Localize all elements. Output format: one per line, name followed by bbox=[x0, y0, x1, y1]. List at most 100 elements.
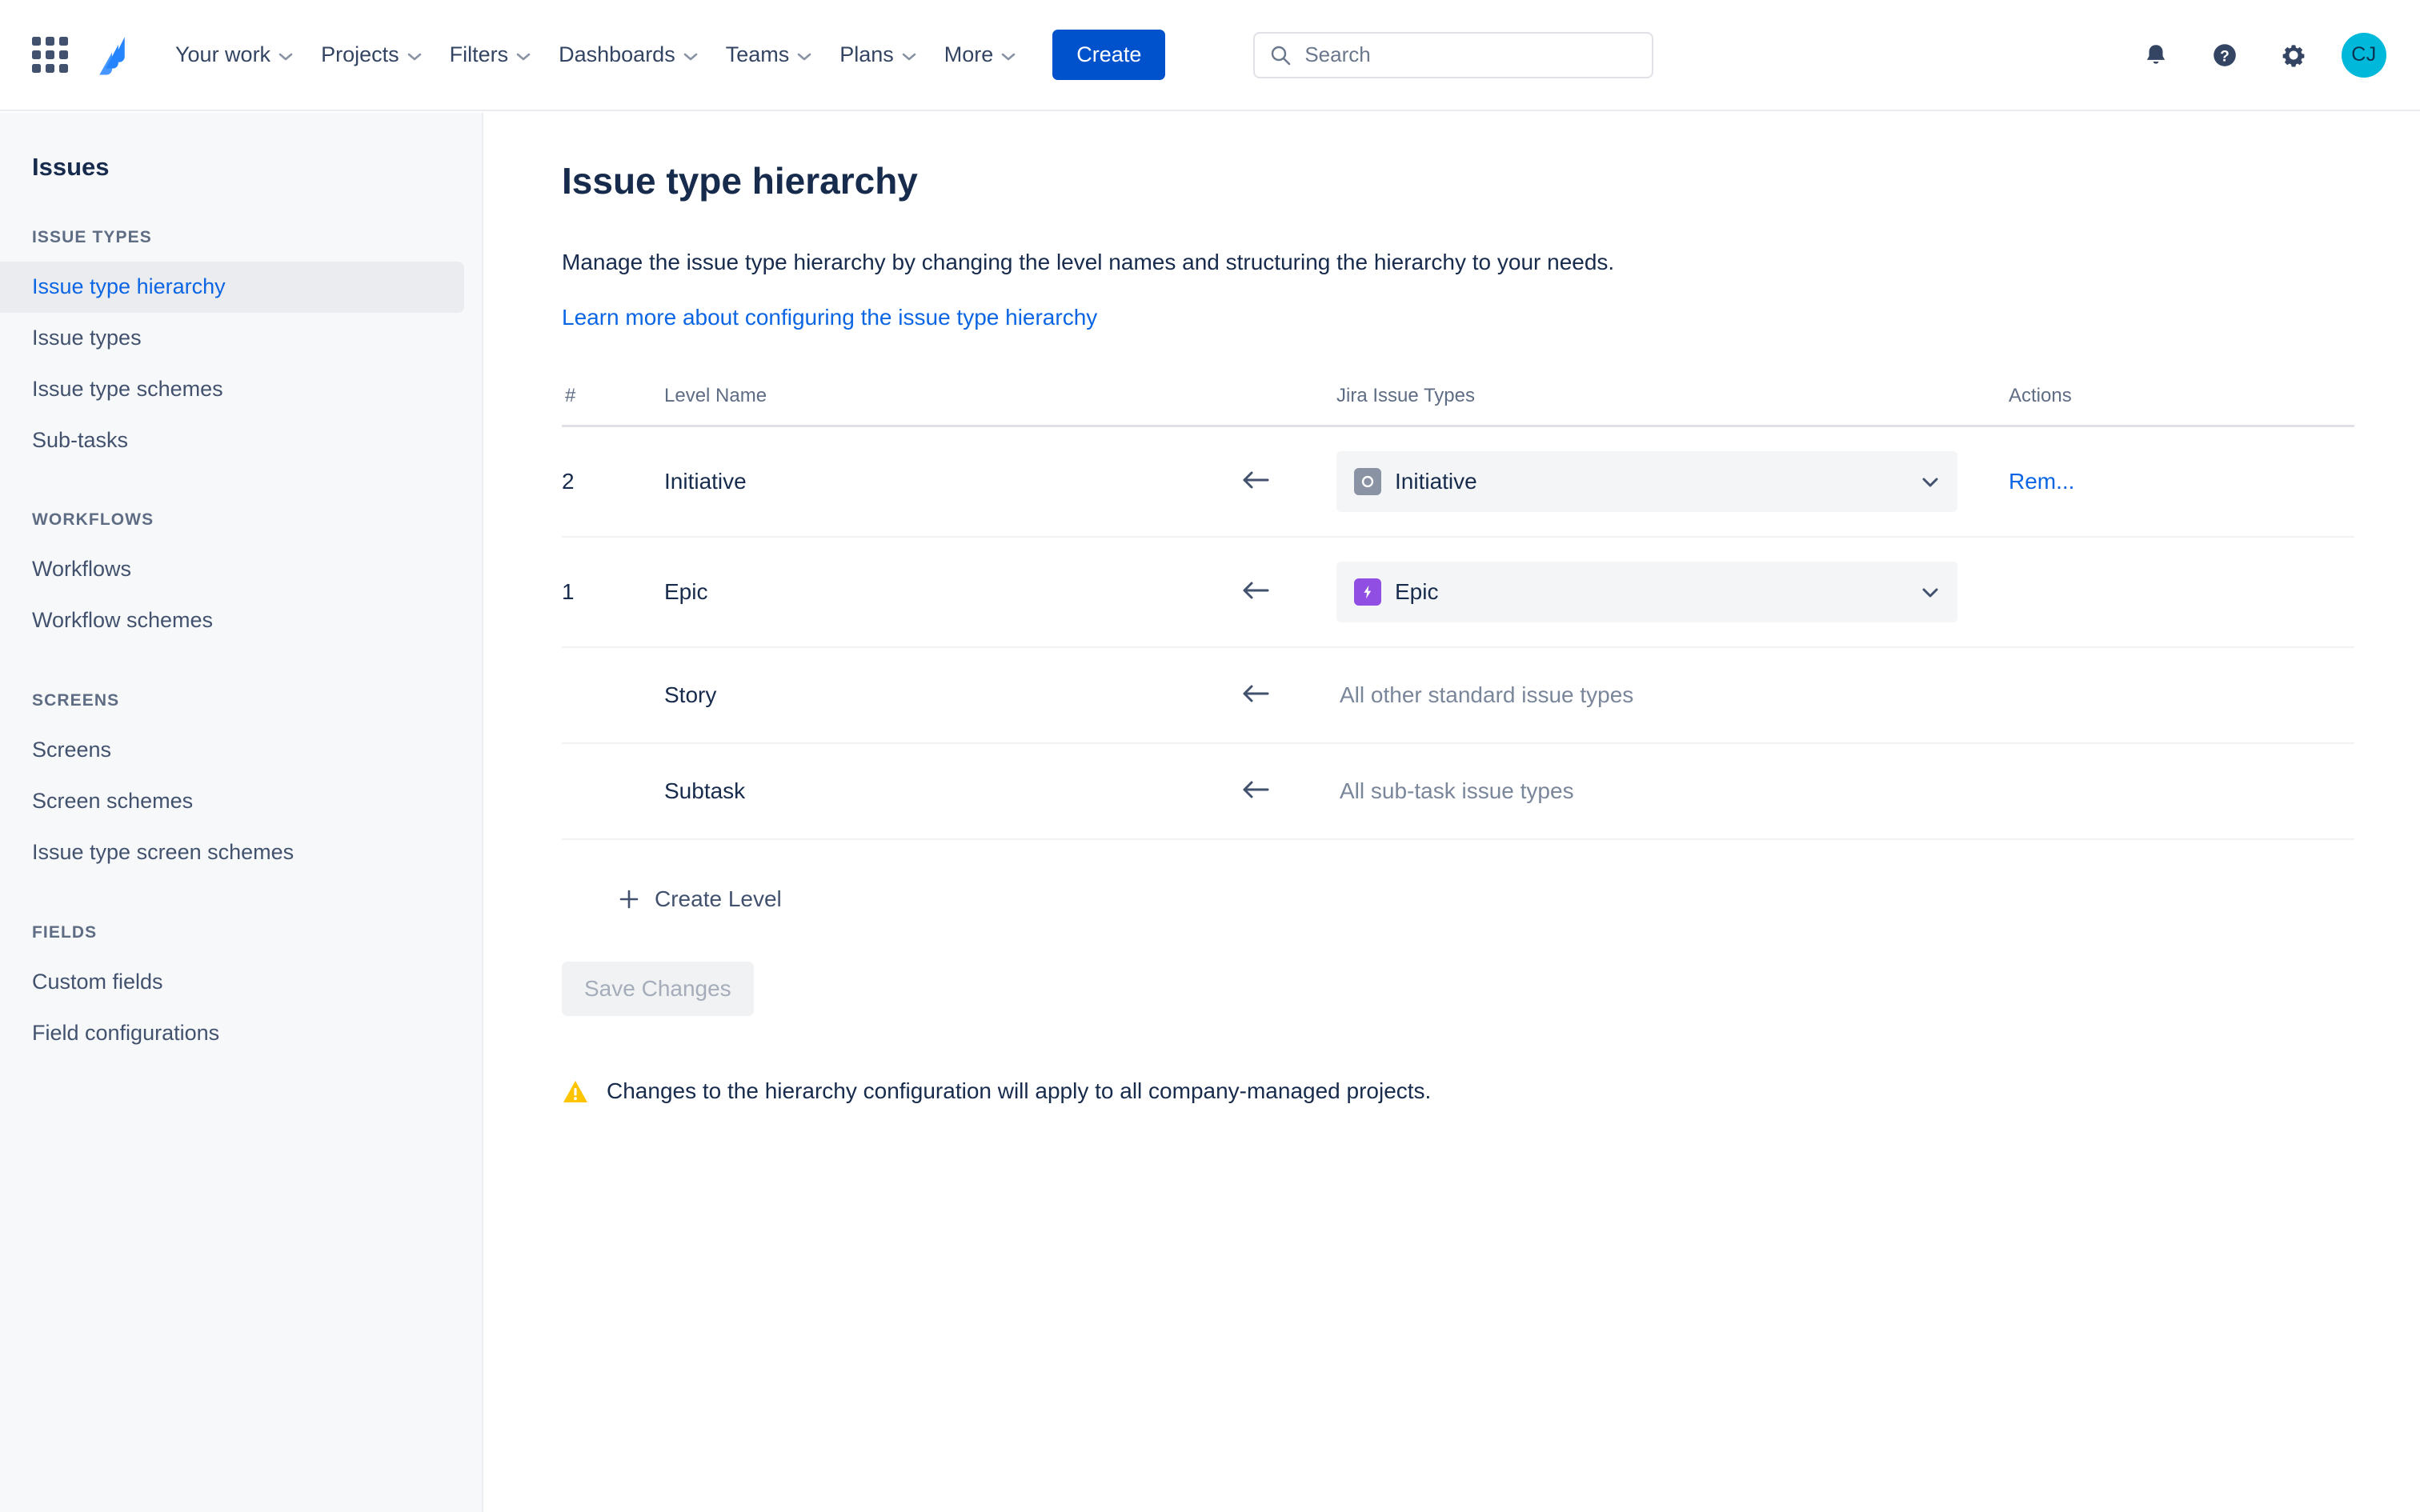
sidebar-item-workflows[interactable]: Workflows bbox=[0, 544, 464, 595]
nav-item-label: More bbox=[944, 42, 994, 66]
row-level-number: 2 bbox=[562, 426, 664, 538]
table-row: 1 Epic Epic bbox=[562, 537, 2354, 649]
table-header-row: # Level Name Jira Issue Types Actions bbox=[562, 385, 2354, 428]
main-content: Issue type hierarchy Manage the issue ty… bbox=[485, 113, 2420, 1512]
arrow-left-icon bbox=[1240, 578, 1271, 602]
warning-triangle-icon bbox=[562, 1078, 589, 1106]
search-container bbox=[1253, 31, 1654, 78]
settings-gear-icon[interactable] bbox=[2273, 34, 2314, 76]
row-level-name: Subtask bbox=[664, 743, 1240, 841]
hierarchy-warning: Changes to the hierarchy configuration w… bbox=[562, 1077, 2356, 1106]
arrow-left-icon bbox=[1240, 778, 1271, 802]
sidebar-item-issue-type-screen-schemes[interactable]: Issue type screen schemes bbox=[0, 827, 464, 878]
sidebar-item-issue-type-schemes[interactable]: Issue type schemes bbox=[0, 364, 464, 415]
grid-apps-icon[interactable] bbox=[29, 34, 70, 76]
issue-type-label: Initiative bbox=[1395, 469, 1477, 494]
column-header-actions: Actions bbox=[2009, 385, 2354, 428]
row-issue-type-cell: Initiative bbox=[1336, 426, 2009, 538]
sidebar-item-issue-type-hierarchy[interactable]: Issue type hierarchy bbox=[0, 262, 464, 313]
row-arrow-cell bbox=[1240, 426, 1336, 538]
remove-level-link[interactable]: Rem... bbox=[2009, 469, 2074, 494]
row-issue-type-cell: All sub-task issue types bbox=[1336, 743, 2009, 841]
nav-item-filters[interactable]: Filters bbox=[436, 34, 546, 75]
sidebar-item-workflow-schemes[interactable]: Workflow schemes bbox=[0, 595, 464, 646]
arrow-left-icon bbox=[1240, 468, 1271, 492]
chevron-down-icon bbox=[407, 51, 423, 61]
arrow-left-icon bbox=[1240, 682, 1271, 706]
initiative-circle-icon bbox=[1354, 468, 1381, 496]
chevron-down-icon bbox=[683, 51, 699, 61]
sidebar-title: Issues bbox=[32, 153, 110, 181]
svg-text:?: ? bbox=[2220, 48, 2230, 65]
chevron-down-icon bbox=[515, 51, 531, 61]
chevron-down-icon bbox=[901, 51, 917, 61]
row-actions-cell bbox=[2009, 743, 2354, 841]
sidebar-item-issue-types[interactable]: Issue types bbox=[0, 313, 464, 364]
column-header-number: # bbox=[562, 385, 664, 428]
jira-logo-icon[interactable] bbox=[90, 33, 134, 78]
chevron-down-icon bbox=[1921, 586, 1940, 598]
sidebar-item-screens[interactable]: Screens bbox=[0, 725, 464, 776]
save-changes-button[interactable]: Save Changes bbox=[562, 962, 754, 1017]
sidebar-section-fields: FIELDS bbox=[32, 922, 98, 942]
row-actions-cell bbox=[2009, 647, 2354, 745]
row-level-name: Story bbox=[664, 647, 1240, 745]
nav-item-your-work[interactable]: Your work bbox=[162, 34, 307, 75]
avatar[interactable]: CJ bbox=[2342, 32, 2386, 78]
column-header-level-name: Level Name bbox=[664, 385, 1240, 428]
nav-item-label: Plans bbox=[839, 42, 894, 66]
sidebar: Issues ISSUE TYPES Issue type hierarchy … bbox=[0, 113, 483, 1512]
nav-item-dashboards[interactable]: Dashboards bbox=[545, 34, 712, 75]
row-actions-cell bbox=[2009, 537, 2354, 649]
row-actions-cell: Rem... bbox=[2009, 426, 2354, 538]
issue-type-label: Epic bbox=[1395, 579, 1439, 605]
nav-item-label: Projects bbox=[321, 42, 399, 66]
chevron-down-icon bbox=[1921, 475, 1940, 488]
page-description: Manage the issue type hierarchy by chang… bbox=[562, 250, 1615, 275]
issue-type-select-epic[interactable]: Epic bbox=[1336, 562, 1957, 623]
nav-item-label: Your work bbox=[175, 42, 271, 66]
nav-item-plans[interactable]: Plans bbox=[826, 34, 931, 75]
help-question-icon[interactable]: ? bbox=[2204, 34, 2246, 76]
sidebar-item-field-configurations[interactable]: Field configurations bbox=[0, 1008, 464, 1059]
row-level-name: Initiative bbox=[664, 426, 1240, 538]
top-navigation-bar: Your work Projects Filters Dashboards Te bbox=[0, 0, 2420, 111]
column-header-jira-issue-types: Jira Issue Types bbox=[1336, 385, 2009, 428]
search-input[interactable] bbox=[1253, 31, 1654, 78]
epic-bolt-icon bbox=[1354, 578, 1381, 606]
nav-item-label: Teams bbox=[725, 42, 790, 66]
page-title: Issue type hierarchy bbox=[562, 160, 918, 202]
chevron-down-icon bbox=[1000, 51, 1016, 61]
row-level-number bbox=[562, 743, 664, 841]
issue-type-static-label: All other standard issue types bbox=[1340, 682, 1634, 708]
warning-text: Changes to the hierarchy configuration w… bbox=[607, 1078, 1432, 1104]
create-level-label: Create Level bbox=[655, 886, 782, 912]
nav-item-projects[interactable]: Projects bbox=[307, 34, 436, 75]
issue-type-hierarchy-table: # Level Name Jira Issue Types Actions 2 … bbox=[562, 385, 2354, 841]
issue-type-static-label: All sub-task issue types bbox=[1340, 778, 1574, 804]
create-button[interactable]: Create bbox=[1052, 30, 1166, 80]
sidebar-section-workflows: WORKFLOWS bbox=[32, 510, 154, 530]
sidebar-item-screen-schemes[interactable]: Screen schemes bbox=[0, 776, 464, 827]
learn-more-link[interactable]: Learn more about configuring the issue t… bbox=[562, 305, 1097, 330]
table-row: Story All other standard issue types bbox=[562, 647, 2354, 745]
nav-item-teams[interactable]: Teams bbox=[712, 34, 827, 75]
notifications-bell-icon[interactable] bbox=[2135, 34, 2177, 76]
create-level-button[interactable]: Create Level bbox=[608, 878, 791, 920]
primary-nav-items: Your work Projects Filters Dashboards Te bbox=[162, 34, 1030, 75]
chevron-down-icon bbox=[278, 51, 294, 61]
table-row: 2 Initiative Initiative Rem... bbox=[562, 426, 2354, 538]
issue-type-select-initiative[interactable]: Initiative bbox=[1336, 451, 1957, 513]
row-level-number bbox=[562, 647, 664, 745]
sidebar-section-issue-types: ISSUE TYPES bbox=[32, 228, 152, 246]
chevron-down-icon bbox=[796, 51, 812, 61]
row-arrow-cell bbox=[1240, 537, 1336, 649]
row-level-number: 1 bbox=[562, 537, 664, 649]
row-arrow-cell bbox=[1240, 743, 1336, 841]
column-header-spacer bbox=[1240, 385, 1336, 428]
row-issue-type-cell: Epic bbox=[1336, 537, 2009, 649]
nav-item-more[interactable]: More bbox=[931, 34, 1031, 75]
sidebar-item-custom-fields[interactable]: Custom fields bbox=[0, 957, 464, 1008]
sidebar-item-sub-tasks[interactable]: Sub-tasks bbox=[0, 415, 464, 466]
plus-icon bbox=[618, 888, 640, 910]
